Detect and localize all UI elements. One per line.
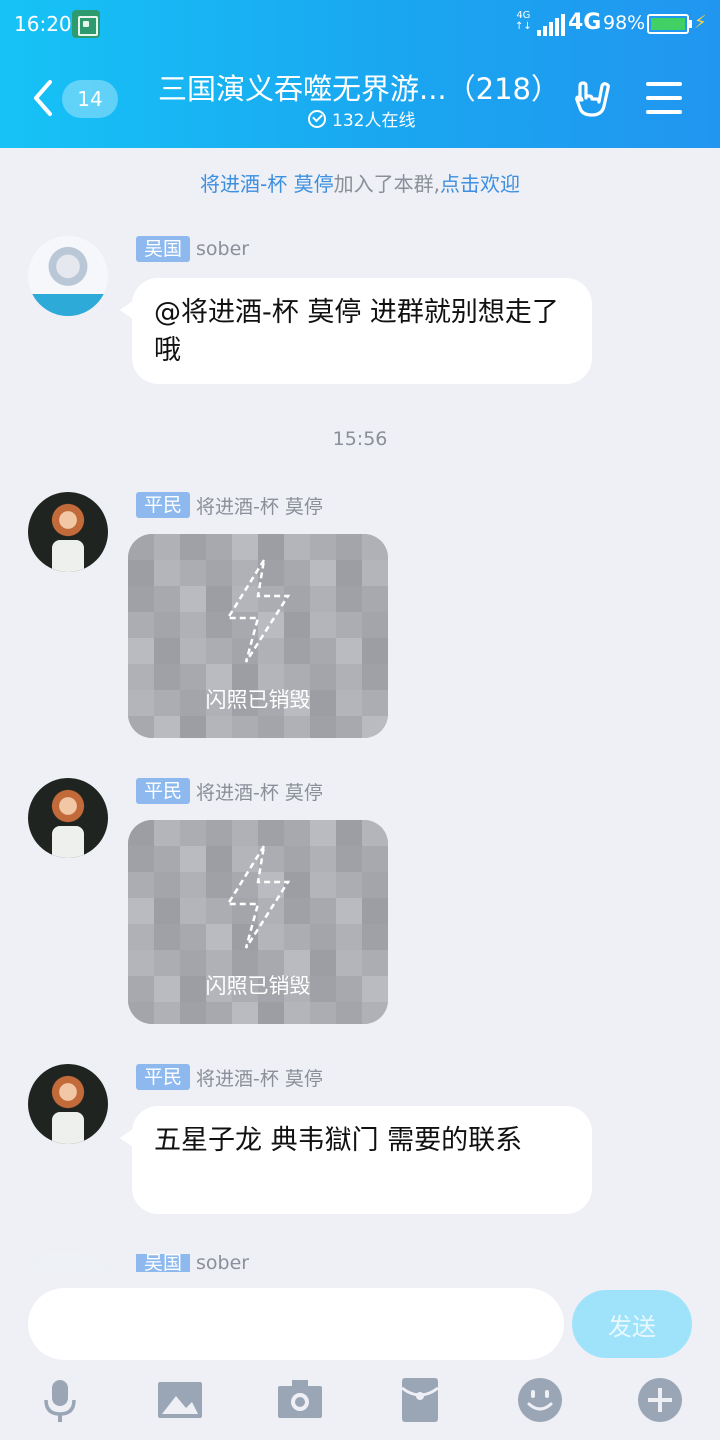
- image-icon[interactable]: [156, 1376, 204, 1424]
- battery-cap: [689, 20, 692, 28]
- member-tag: 吴国: [136, 236, 191, 262]
- avatar-jiangjinjiu[interactable]: [28, 778, 108, 858]
- message-sender: 平民 将进酒-杯 莫停: [136, 1064, 323, 1090]
- group-title[interactable]: 三国演义吞噬无界游...（218）: [158, 66, 560, 108]
- message-sender: 吴国 sober: [136, 236, 249, 262]
- member-tag: 平民: [136, 1064, 191, 1090]
- chevron-left-icon: [34, 80, 52, 116]
- message-sender: 平民 将进酒-杯 莫停: [136, 492, 323, 518]
- welcome-link[interactable]: 点击欢迎: [440, 172, 520, 196]
- message-bubble[interactable]: @将进酒-杯 莫停 进群就别想走了哦: [120, 278, 592, 384]
- member-tag: 平民: [136, 778, 191, 804]
- back-button[interactable]: [30, 76, 60, 120]
- microphone-icon[interactable]: [36, 1376, 84, 1424]
- sender-name[interactable]: sober: [196, 238, 249, 260]
- message-bubble[interactable]: 五星子龙 典韦獄门 需要的联系: [120, 1106, 592, 1214]
- flash-photo[interactable]: 闪照已销毁: [128, 534, 388, 738]
- system-message: 将进酒-杯 莫停加入了本群,点击欢迎: [0, 168, 720, 197]
- menu-icon[interactable]: [646, 82, 682, 114]
- network-small-top: 4G: [516, 10, 531, 21]
- avatar-jiangjinjiu[interactable]: [28, 1064, 108, 1144]
- charging-icon: ⚡: [694, 12, 707, 33]
- chat-header: 16:20 4G ↑↓ 4G 98% ⚡ 14 三国演义吞噬无界游...（218…: [0, 0, 720, 148]
- battery-percent: 98%: [603, 12, 646, 34]
- avatar-sober[interactable]: [32, 1254, 104, 1274]
- unread-count-badge[interactable]: 14: [62, 80, 118, 118]
- input-toolbar: [0, 1372, 720, 1432]
- emoji-icon[interactable]: [516, 1376, 564, 1424]
- online-count: 132人在线: [332, 111, 416, 131]
- network-small-indicator: 4G ↑↓: [515, 10, 532, 32]
- message-sender: 吴国 sober: [136, 1254, 249, 1272]
- online-check-icon: [308, 109, 326, 128]
- status-time: 16:20: [14, 12, 72, 36]
- network-type: 4G: [568, 10, 602, 35]
- online-status[interactable]: 132人在线: [308, 106, 415, 131]
- sender-name[interactable]: 将进酒-杯 莫停: [196, 778, 323, 805]
- sender-name[interactable]: 将进酒-杯 莫停: [196, 492, 323, 519]
- red-packet-icon[interactable]: [396, 1376, 444, 1424]
- flash-destroyed-label: 闪照已销毁: [205, 974, 311, 998]
- member-tag: 平民: [136, 492, 191, 518]
- flash-bolt-icon: [225, 559, 291, 663]
- avatar-jiangjinjiu[interactable]: [28, 492, 108, 572]
- camera-icon[interactable]: [276, 1376, 324, 1424]
- message-input[interactable]: [28, 1288, 564, 1360]
- flash-destroyed-label: 闪照已销毁: [205, 688, 311, 712]
- flash-bolt-icon: [225, 845, 291, 949]
- sender-name[interactable]: sober: [196, 1254, 249, 1272]
- status-bar: 16:20 4G ↑↓ 4G 98% ⚡: [0, 0, 720, 48]
- plus-icon[interactable]: [636, 1376, 684, 1424]
- signal-icon: [537, 14, 565, 36]
- screenshot-icon: [72, 10, 100, 38]
- joined-user-link[interactable]: 将进酒-杯 莫停: [200, 172, 334, 196]
- flash-photo[interactable]: 闪照已销毁: [128, 820, 388, 1024]
- member-tag: 吴国: [136, 1254, 191, 1272]
- rock-hand-icon[interactable]: [572, 78, 614, 120]
- network-small-bottom: ↑↓: [515, 21, 532, 32]
- sender-name[interactable]: 将进酒-杯 莫停: [196, 1064, 323, 1091]
- avatar-sober[interactable]: [28, 236, 108, 316]
- chat-timestamp: 15:56: [332, 428, 388, 450]
- input-area: 发送: [0, 1272, 720, 1440]
- battery-icon: [647, 14, 689, 34]
- send-button[interactable]: 发送: [572, 1290, 692, 1358]
- message-sender: 平民 将进酒-杯 莫停: [136, 778, 323, 804]
- system-message-text: 加入了本群,: [333, 172, 440, 196]
